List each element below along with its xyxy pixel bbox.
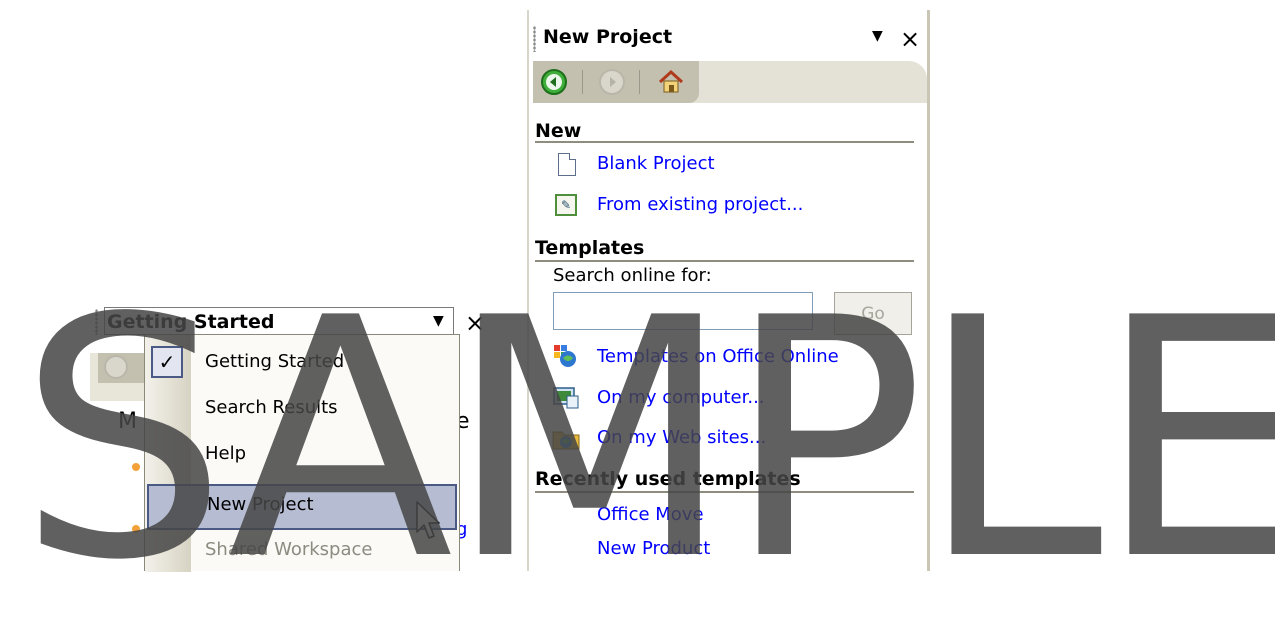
recent-template-link[interactable]: Office Move xyxy=(597,504,704,525)
close-icon[interactable]: × xyxy=(900,27,920,51)
from-existing-project-link[interactable]: From existing project... xyxy=(597,194,803,215)
partial-heading-text: M xyxy=(118,409,137,434)
existing-project-icon[interactable]: ✎ xyxy=(555,194,577,216)
forward-arrow-icon[interactable] xyxy=(599,69,625,95)
menu-item-label: Shared Workspace xyxy=(205,539,373,560)
pane-title: Getting Started xyxy=(107,311,275,333)
nav-button-group xyxy=(533,61,699,103)
section-divider xyxy=(535,491,914,493)
bullet-icon xyxy=(132,525,140,533)
pane-navigation-bar xyxy=(533,61,927,103)
pane-grip-handle[interactable] xyxy=(533,26,536,52)
menu-item-label: New Project xyxy=(207,494,314,515)
pane-grip-handle[interactable] xyxy=(95,309,98,335)
menu-item-label: Getting Started xyxy=(205,351,345,372)
pane-options-dropdown-icon[interactable]: ▼ xyxy=(433,313,444,329)
menu-item-new-project[interactable]: New Project xyxy=(147,484,457,530)
menu-item-label: Help xyxy=(205,443,247,464)
new-project-task-pane: New Project ▼ × New Blank Project ✎ From… xyxy=(527,10,930,571)
close-icon[interactable]: × xyxy=(465,311,485,335)
pane-border xyxy=(927,10,930,571)
back-arrow-icon[interactable] xyxy=(541,69,567,95)
blank-document-icon[interactable] xyxy=(558,153,576,176)
section-divider xyxy=(535,141,914,143)
section-heading-recently-used-templates: Recently used templates xyxy=(535,468,801,490)
menu-item-search-results[interactable]: Search Results xyxy=(145,387,459,433)
menu-item-help[interactable]: Help xyxy=(145,433,459,479)
nav-separator xyxy=(582,70,583,94)
pane-options-dropdown-icon[interactable]: ▼ xyxy=(872,28,883,44)
my-computer-icon[interactable] xyxy=(553,386,579,410)
getting-started-task-pane: Getting Started ▼ × M e g ✓ Getting Star… xyxy=(90,305,485,572)
pane-switch-menu: ✓ Getting Started Search Results Help Ne… xyxy=(144,334,460,572)
pane-border xyxy=(527,10,529,571)
nav-separator xyxy=(639,70,640,94)
web-sites-icon[interactable] xyxy=(552,427,580,451)
on-my-computer-link[interactable]: On my computer... xyxy=(597,387,765,408)
on-my-web-sites-link[interactable]: On my Web sites... xyxy=(597,427,766,448)
home-icon[interactable] xyxy=(657,69,685,95)
menu-item-getting-started[interactable]: ✓ Getting Started xyxy=(145,341,459,387)
checkmark-icon: ✓ xyxy=(151,346,183,378)
search-online-input[interactable] xyxy=(553,292,813,330)
menu-item-shared-workspace[interactable]: Shared Workspace xyxy=(145,529,459,575)
bullet-icon xyxy=(132,463,140,471)
menu-item-label: Search Results xyxy=(205,397,338,418)
templates-on-office-online-link[interactable]: Templates on Office Online xyxy=(597,346,839,367)
back-arrow-icon[interactable] xyxy=(104,355,128,379)
section-heading-new: New xyxy=(535,120,582,142)
section-heading-templates: Templates xyxy=(535,237,645,259)
blank-project-link[interactable]: Blank Project xyxy=(597,153,715,174)
go-button[interactable]: Go xyxy=(834,292,912,335)
pane-title: New Project xyxy=(543,26,673,48)
office-online-icon[interactable] xyxy=(553,344,577,368)
search-online-label: Search online for: xyxy=(553,265,712,286)
recent-template-link[interactable]: New Product xyxy=(597,538,710,559)
mouse-pointer-icon xyxy=(416,501,440,541)
section-divider xyxy=(535,260,914,262)
